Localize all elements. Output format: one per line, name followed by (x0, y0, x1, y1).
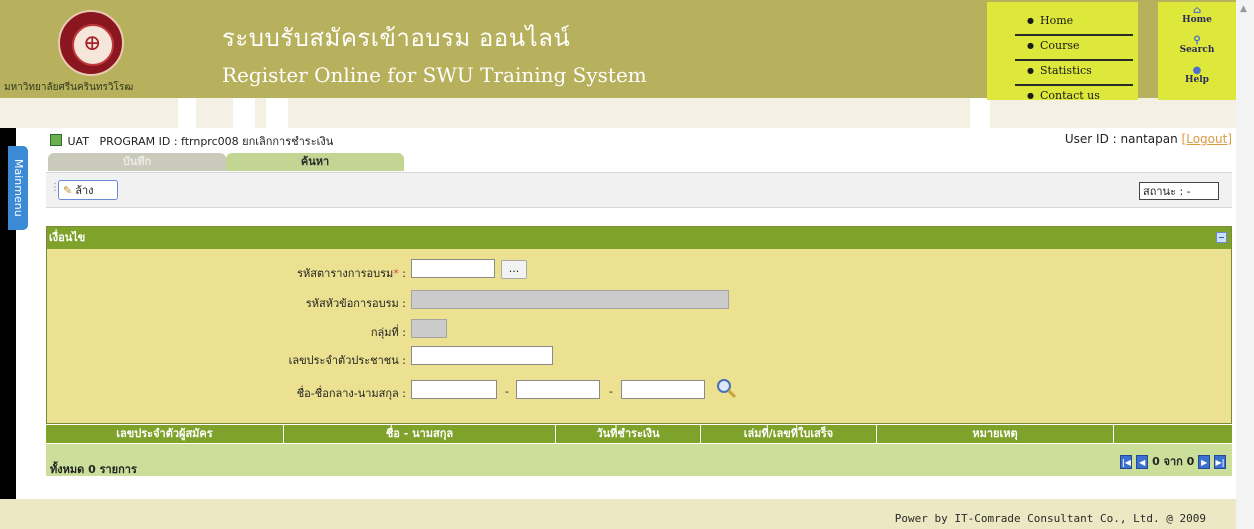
header-decor-block (233, 98, 255, 128)
group-input (411, 319, 447, 338)
schedule-code-input[interactable] (411, 259, 495, 278)
column-header[interactable]: วันที่ชำระเงิน (556, 425, 701, 443)
broom-icon: ✎ (63, 184, 73, 197)
schedule-code-colon: : (398, 267, 406, 280)
prev-page-icon[interactable]: ◀ (1136, 455, 1149, 469)
university-name: มหาวิทยาลัยศรีนครินทรวิโรฒ (4, 82, 134, 93)
scroll-up-icon[interactable]: ▲ (1240, 4, 1247, 14)
citizen-id-label: เลขประจำตัวประชาชน : (288, 354, 406, 367)
logo-mark-icon: ⊕ (83, 31, 102, 56)
pager: |◀ ◀ 0 จาก 0 ▶ ▶| (1120, 452, 1226, 470)
bottom-bar: Power by IT-Comrade Consultant Co., Ltd.… (0, 499, 1236, 529)
page-info: 0 จาก 0 (1152, 455, 1195, 468)
mainmenu-toggle[interactable]: Mainmenu (8, 146, 28, 230)
quick-icons: ⌂ Home ⚲ Search ● Help (1158, 2, 1236, 100)
search-conditions-panel: เงื่อนไข รหัสตารางการอบรม* : ... รหัสหัว… (46, 226, 1232, 424)
results-footer: ทั้งหมด 0 รายการ |◀ ◀ 0 จาก 0 ▶ ▶| (46, 444, 1232, 476)
toolbar: ⋮ ✎ ล้าง สถานะ : - (46, 172, 1232, 208)
total-count: ทั้งหมด 0 รายการ (50, 463, 137, 476)
group-label: กลุ่มที่ : (370, 326, 406, 339)
logo-emblem: ⊕ (72, 24, 114, 66)
site-title-english: Register Online for SWU Training System (222, 63, 647, 87)
topic-code-label: รหัสหัวข้อการอบรม : (305, 297, 406, 310)
column-header[interactable]: เลขประจำตัวผู้สมัคร (46, 425, 284, 443)
tab-search[interactable]: ค้นหา (226, 153, 404, 171)
last-page-icon[interactable]: ▶| (1214, 455, 1226, 469)
schedule-code-label-text: รหัสตารางการอบรม (297, 267, 394, 280)
help-shortcut-label: Help (1185, 75, 1209, 85)
name-label: ชื่อ-ชื่อกลาง-นามสกุล : (296, 387, 406, 400)
collapse-icon[interactable] (1216, 232, 1227, 243)
clear-button[interactable]: ✎ ล้าง (58, 180, 118, 200)
nav-course[interactable]: Course (1015, 39, 1133, 61)
magnifier-search-icon[interactable] (715, 377, 737, 399)
site-title-thai: ระบบรับสมัครเข้าอบรม ออนไลน์ (222, 24, 571, 52)
topic-code-input (411, 290, 729, 309)
powered-by: Power by IT-Comrade Consultant Co., Ltd.… (894, 512, 1206, 525)
first-page-icon[interactable]: |◀ (1120, 455, 1133, 469)
program-info-row: UAT PROGRAM ID : ftrnprc008 ยกเลิกการชำร… (50, 132, 1232, 148)
logout-link[interactable]: [Logout] (1182, 132, 1232, 146)
site-header: ⊕ มหาวิทยาลัยศรีนครินทรวิโรฒ ระบบรับสมัค… (0, 0, 1236, 128)
help-icon: ● (1192, 65, 1202, 76)
help-shortcut[interactable]: ● Help (1158, 65, 1236, 86)
home-icon: ⌂ (1192, 5, 1202, 16)
user-id-label: User ID : nantapan (1064, 132, 1178, 146)
nav-home[interactable]: Home (1015, 14, 1133, 36)
header-decor-block (178, 98, 196, 128)
citizen-id-input[interactable] (411, 346, 553, 365)
home-shortcut-label: Home (1182, 15, 1212, 25)
next-page-icon[interactable]: ▶ (1198, 455, 1211, 469)
university-logo[interactable]: ⊕ (58, 10, 124, 76)
tab-save[interactable]: บันทึก (48, 153, 226, 171)
column-header[interactable]: ชื่อ - นามสกุล (284, 425, 556, 443)
header-decor-block (266, 98, 288, 128)
last-name-input[interactable] (621, 380, 705, 399)
top-nav: Home Course Statistics Contact us (987, 2, 1138, 103)
first-name-input[interactable] (411, 380, 497, 399)
column-header[interactable]: เล่มที่/เลขที่ใบเสร็จ (701, 425, 877, 443)
search-icon: ⚲ (1193, 35, 1201, 46)
clear-button-label: ล้าง (75, 184, 94, 197)
name-separator: - (609, 385, 613, 398)
name-separator: - (505, 385, 509, 398)
search-shortcut-label: Search (1179, 45, 1215, 55)
program-id-label: PROGRAM ID : ftrnprc008 ยกเลิกการชำระเงิ… (99, 135, 334, 148)
search-shortcut[interactable]: ⚲ Search (1158, 35, 1236, 56)
panel-title: เงื่อนไข (49, 231, 86, 244)
browse-button[interactable]: ... (501, 260, 527, 279)
program-icon (50, 134, 62, 146)
user-info: User ID : nantapan [Logout] (1065, 132, 1232, 146)
nav-statistics[interactable]: Statistics (1015, 64, 1133, 86)
vertical-scrollbar[interactable] (1236, 0, 1254, 529)
middle-name-input[interactable] (516, 380, 600, 399)
panel-header: เงื่อนไข (47, 227, 1231, 249)
header-decor-block (970, 98, 990, 128)
status-box: สถานะ : - (1139, 182, 1219, 200)
column-header (1114, 425, 1232, 443)
schedule-code-label: รหัสตารางการอบรม* : (297, 264, 406, 282)
env-label: UAT (67, 135, 89, 148)
home-shortcut[interactable]: ⌂ Home (1158, 5, 1236, 26)
results-table-header: เลขประจำตัวผู้สมัคร ชื่อ - นามสกุล วันที… (46, 425, 1232, 443)
column-header[interactable]: หมายเหตุ (877, 425, 1114, 443)
nav-contact[interactable]: Contact us (1015, 89, 1133, 103)
